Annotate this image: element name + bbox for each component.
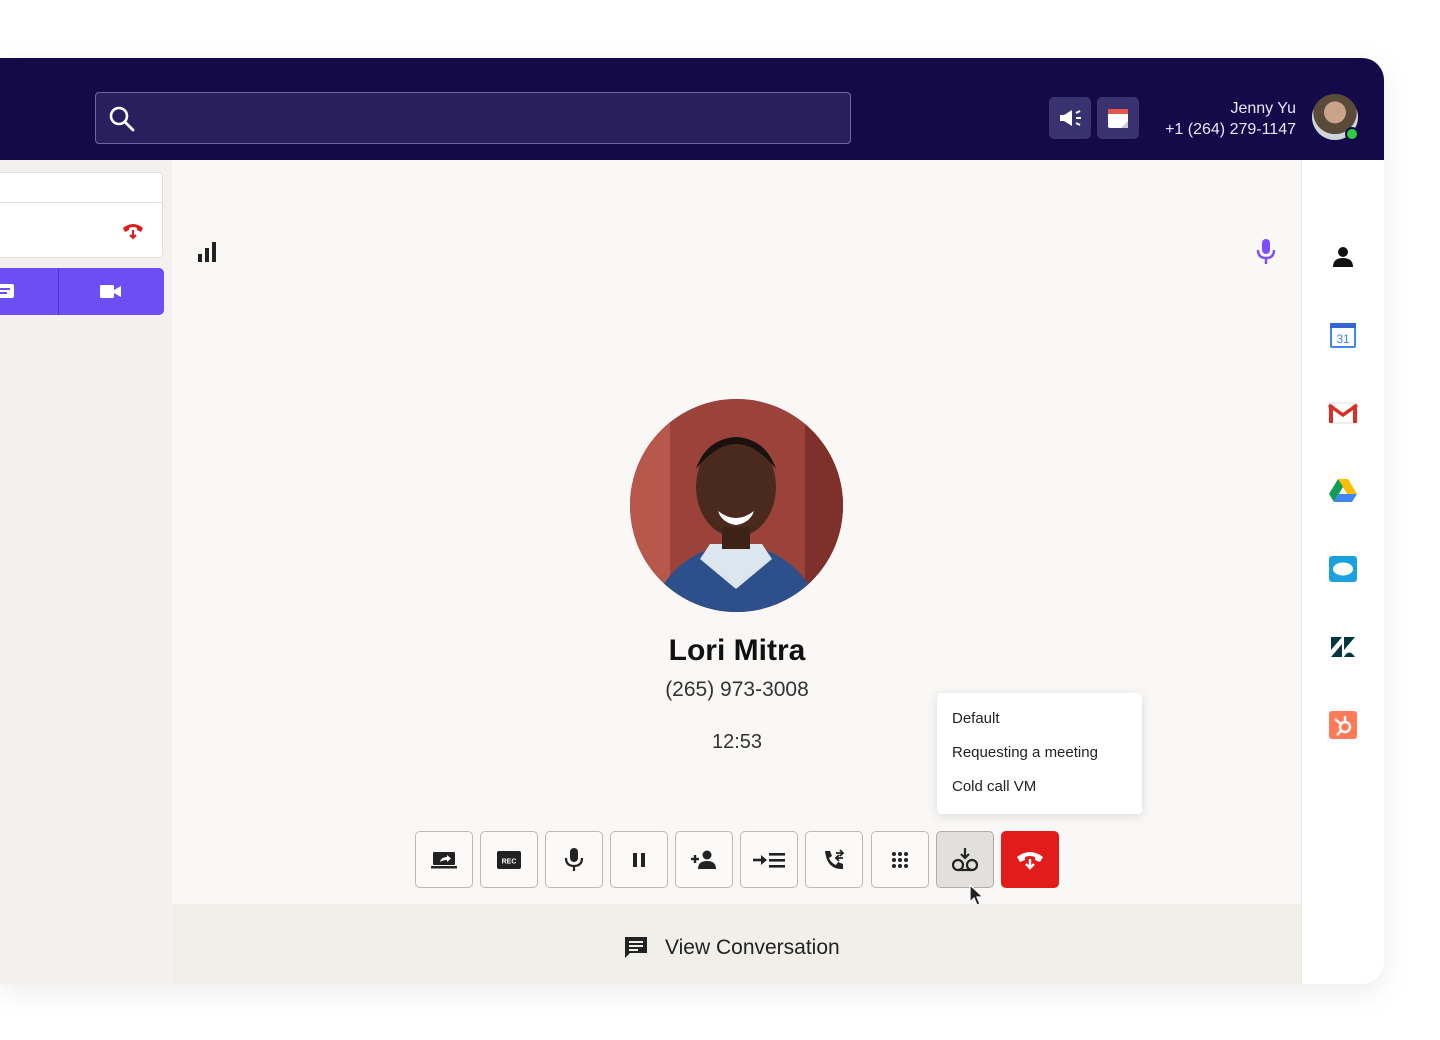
card-divider: [0, 202, 163, 203]
hold-button[interactable]: [610, 831, 668, 888]
google-drive-icon: [1329, 479, 1357, 502]
integration-zendesk[interactable]: [1328, 632, 1358, 662]
phone-forward-icon: [825, 848, 845, 869]
keypad-button[interactable]: [871, 831, 929, 888]
transfer-button[interactable]: [740, 831, 798, 888]
keypad-icon: [892, 851, 908, 868]
megaphone-icon: [1060, 110, 1081, 126]
pause-icon: [633, 852, 645, 867]
gmail-icon: [1328, 402, 1358, 424]
voicemail-drop-icon: [951, 847, 979, 871]
integration-google-calendar[interactable]: 31: [1328, 320, 1358, 350]
google-calendar-icon: 31: [1330, 323, 1356, 348]
calendar-button[interactable]: [1097, 97, 1139, 139]
user-info: Jenny Yu +1 (264) 279-1147: [1165, 98, 1296, 140]
contact-portrait: [630, 399, 843, 612]
active-call-card[interactable]: [0, 172, 163, 258]
integration-salesforce[interactable]: [1328, 554, 1358, 584]
dialer-window: Jenny Yu +1 (264) 279-1147 Lori Mitra (2…: [0, 58, 1384, 984]
menu-item-requesting-meeting[interactable]: Requesting a meeting: [937, 744, 1142, 778]
calendar-note-icon: [1108, 109, 1128, 128]
integration-contact[interactable]: [1328, 242, 1358, 272]
mouse-cursor-icon: [969, 884, 985, 906]
user-name: Jenny Yu: [1230, 100, 1296, 117]
microphone-icon: [565, 847, 583, 871]
voicemail-drop-button[interactable]: [936, 831, 994, 888]
zendesk-icon: [1331, 637, 1355, 657]
view-conversation-bar[interactable]: View Conversation: [173, 904, 1301, 984]
screen-share-icon: [431, 851, 457, 868]
integrations-sidebar: 31: [1301, 160, 1384, 984]
calls-panel: [0, 160, 172, 984]
call-actions-bar: [0, 268, 164, 315]
chat-icon: [625, 937, 647, 958]
search-icon: [109, 106, 135, 132]
rec-icon: REC: [497, 850, 521, 869]
svg-text:31: 31: [1336, 332, 1350, 346]
forward-call-button[interactable]: [805, 831, 863, 888]
announcements-button[interactable]: [1049, 97, 1091, 139]
status-online-indicator: [1345, 127, 1359, 141]
transfer-icon: [753, 852, 785, 868]
actions-separator: [58, 268, 59, 315]
video-icon[interactable]: [100, 284, 122, 299]
mute-button[interactable]: [545, 831, 603, 888]
menu-item-cold-call-vm[interactable]: Cold call VM: [937, 778, 1142, 812]
integration-gmail[interactable]: [1328, 398, 1358, 428]
integration-google-drive[interactable]: [1328, 475, 1358, 505]
voicemail-drop-menu: Default Requesting a meeting Cold call V…: [937, 693, 1142, 814]
microphone-status-icon: [1256, 239, 1276, 264]
hubspot-icon: [1329, 711, 1357, 739]
search-input[interactable]: [95, 92, 851, 144]
signal-strength-icon: [198, 242, 216, 262]
top-bar: Jenny Yu +1 (264) 279-1147: [0, 58, 1384, 160]
user-phone: +1 (264) 279-1147: [1165, 121, 1296, 138]
add-participant-button[interactable]: [675, 831, 733, 888]
integration-hubspot[interactable]: [1328, 710, 1358, 740]
view-conversation-label[interactable]: View Conversation: [665, 936, 840, 960]
contact-name: Lori Mitra: [668, 634, 806, 667]
record-button[interactable]: REC: [480, 831, 538, 888]
menu-item-default[interactable]: Default: [937, 710, 1142, 744]
contact-phone: (265) 973-3008: [665, 678, 809, 701]
call-duration: 12:53: [711, 731, 763, 753]
hang-up-button[interactable]: [1001, 831, 1059, 888]
hangup-icon[interactable]: [121, 221, 145, 241]
person-icon: [1333, 247, 1353, 267]
hangup-icon: [1017, 851, 1043, 870]
share-screen-button[interactable]: [415, 831, 473, 888]
salesforce-icon: [1329, 556, 1357, 582]
svg-text:REC: REC: [502, 858, 517, 865]
contact-avatar: [630, 399, 843, 612]
message-icon[interactable]: [0, 283, 14, 299]
person-add-icon: [691, 850, 716, 869]
